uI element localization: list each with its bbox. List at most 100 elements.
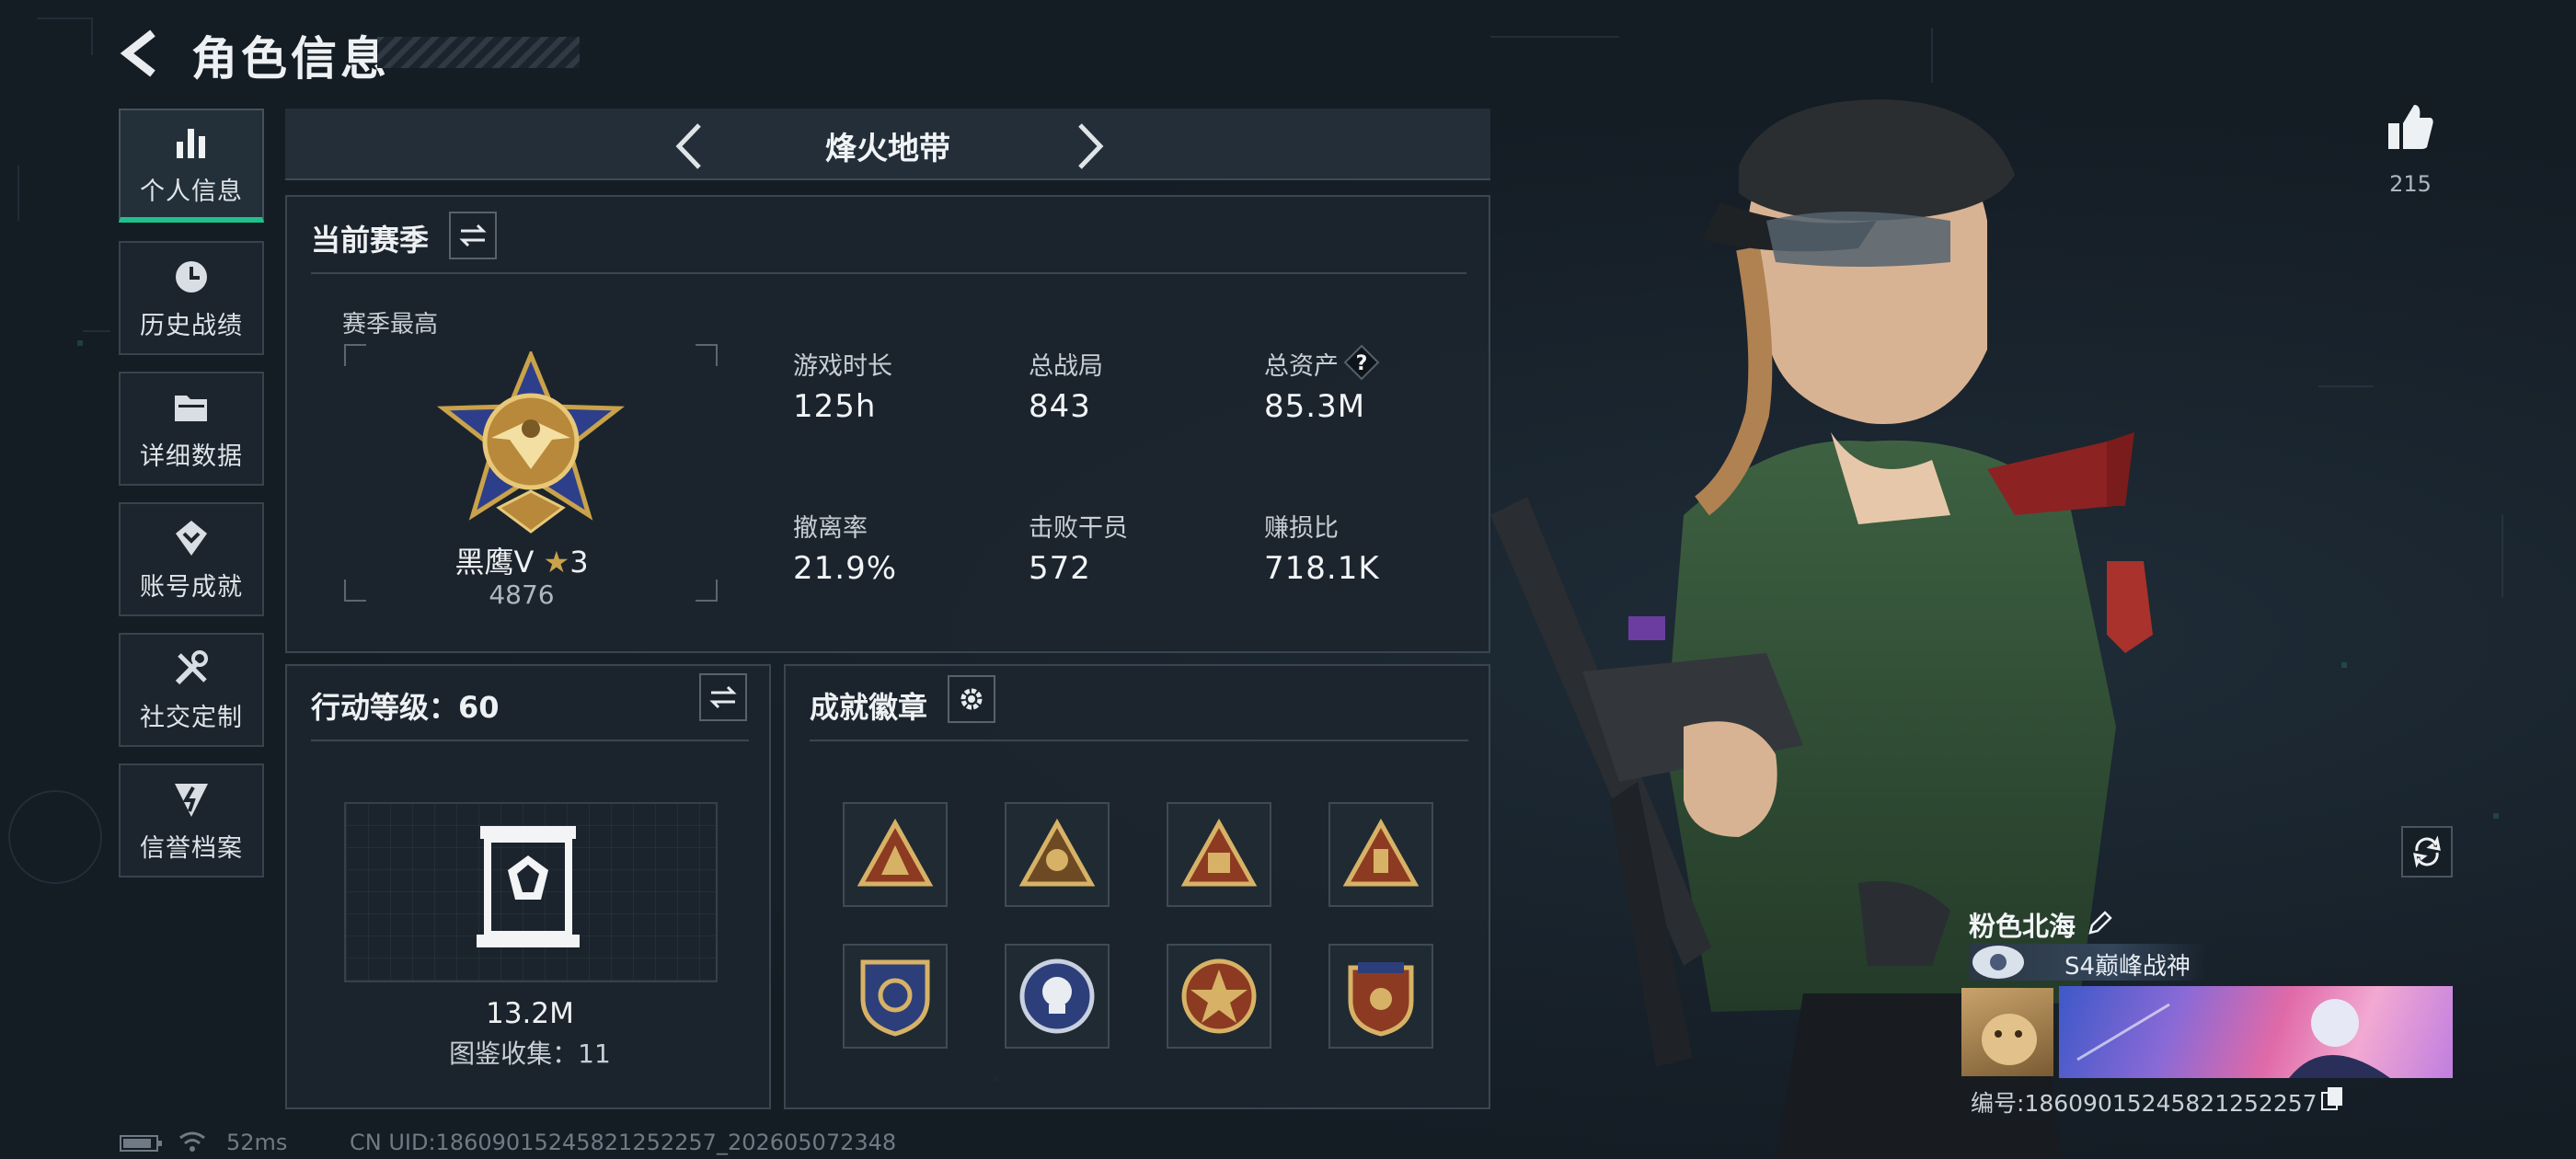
- sidebar-item-label: 社交定制: [140, 703, 243, 732]
- battery-icon: [120, 1135, 162, 1152]
- stat-value: 718.1K: [1264, 550, 1380, 587]
- stat-value: 572: [1029, 550, 1091, 587]
- triangle-badge-icon: [857, 818, 934, 887]
- badges-title: 成就徽章: [810, 690, 928, 725]
- sidebar-item-label: 账号成就: [140, 572, 243, 602]
- stat-label: 游戏时长: [793, 352, 892, 381]
- sidebar-item-history[interactable]: 历史战绩: [119, 241, 264, 355]
- section-divider: [311, 740, 749, 741]
- history-clock-icon: [176, 260, 207, 293]
- edit-pencil-icon[interactable]: [2087, 909, 2114, 936]
- frame-corner: [344, 344, 366, 366]
- back-arrow-icon[interactable]: [118, 28, 164, 79]
- collection-value: 13.2M: [486, 997, 574, 1030]
- refresh-icon: [2413, 835, 2441, 868]
- skull-badge-icon: [1019, 958, 1095, 1034]
- ping-value: 52ms: [226, 1130, 288, 1155]
- sidebar-item-label: 个人信息: [140, 177, 243, 206]
- season-title: 当前赛季: [311, 223, 430, 258]
- sidebar-item-label: 详细数据: [140, 442, 243, 471]
- section-divider: [810, 740, 1468, 741]
- wifi-icon: [179, 1131, 205, 1152]
- bar-chart-icon: [177, 128, 205, 158]
- frame-corner: [696, 580, 718, 602]
- sidebar-item-credit-record[interactable]: 信誉档案: [119, 763, 264, 878]
- star-badge-icon: [1181, 958, 1257, 1034]
- banner-artwork: [2076, 999, 2390, 1078]
- badge-settings-button[interactable]: [948, 675, 995, 723]
- like-count: 215: [2389, 171, 2432, 197]
- page-title: 角色信息: [191, 32, 390, 86]
- crest-badge-icon: [1348, 962, 1414, 1037]
- badge-slot[interactable]: [1167, 944, 1271, 1049]
- stat-label: 总战局: [1029, 352, 1103, 381]
- help-icon[interactable]: ?: [1343, 344, 1380, 381]
- stat-label: 击败干员: [1029, 514, 1128, 543]
- triangle-badge-icon: [1180, 818, 1258, 887]
- badge-slot[interactable]: [1328, 944, 1433, 1049]
- stat-value: 21.9%: [793, 550, 898, 587]
- swap-icon: [459, 224, 487, 247]
- avatar-cat-icon: [1982, 1014, 2037, 1065]
- copy-icon[interactable]: [2320, 1085, 2344, 1111]
- collection-count: 图鉴收集：11: [449, 1039, 611, 1069]
- badge-slot[interactable]: [1167, 802, 1271, 907]
- player-uid: 编号:1860901524582125225​7: [1971, 1090, 2317, 1117]
- player-name: 粉色北海: [1969, 911, 2076, 942]
- shield-bolt-icon: [175, 783, 208, 817]
- triangle-badge-icon: [1342, 818, 1420, 887]
- action-level-title: 行动等级：60: [311, 690, 500, 725]
- rank-title: S4巅峰战神: [2064, 953, 2191, 981]
- stat-value: 843: [1029, 388, 1091, 425]
- switch-season-button[interactable]: [449, 212, 497, 259]
- rank-points: 4876: [489, 580, 555, 610]
- title-stripe-decoration: [377, 37, 580, 68]
- season-panel: 当前赛季 赛季最高 黑鹰Ⅴ ★3 4876 游戏时长 125h 总战局 843 …: [285, 195, 1490, 653]
- rank-line: 黑鹰Ⅴ ★3: [379, 539, 664, 581]
- rank-name: 黑鹰Ⅴ: [454, 545, 535, 580]
- sidebar-item-detailed-data[interactable]: 详细数据: [119, 372, 264, 486]
- chevron-right-icon[interactable]: [1069, 120, 1110, 173]
- folder-icon: [175, 395, 207, 421]
- rank-stars: 3: [569, 545, 589, 580]
- badge-slot[interactable]: [843, 944, 948, 1049]
- rank-emblem-icon: [1972, 946, 2024, 979]
- frame-corner: [344, 580, 366, 602]
- action-level-panel: 行动等级：60 13.2M 图鉴收集：11: [285, 664, 771, 1109]
- gear-icon: [960, 688, 983, 710]
- season-best-label: 赛季最高: [342, 311, 439, 339]
- switch-level-button[interactable]: [699, 673, 747, 721]
- achievement-icon: [176, 520, 207, 556]
- sidebar-item-personal-info[interactable]: 个人信息: [119, 109, 264, 223]
- player-banner-card[interactable]: [2059, 986, 2453, 1078]
- sidebar-item-social-custom[interactable]: 社交定制: [119, 633, 264, 747]
- swap-icon: [709, 685, 737, 709]
- help-label: ?: [1356, 352, 1368, 375]
- sidebar-item-label: 历史战绩: [140, 311, 243, 340]
- stat-value: 85.3M: [1264, 388, 1366, 425]
- badge-slot[interactable]: [843, 802, 948, 907]
- thumbs-up-icon[interactable]: [2385, 101, 2436, 153]
- cn-uid: CN UID:1860901524582125225​7_20260507234…: [350, 1130, 897, 1155]
- badge-slot[interactable]: [1005, 802, 1110, 907]
- player-avatar[interactable]: [1961, 988, 2053, 1076]
- mode-selector: 烽火地带: [285, 109, 1490, 180]
- black-hawk-rank-emblem: [436, 351, 626, 534]
- badge-slot[interactable]: [1328, 802, 1433, 907]
- stat-value: 125h: [793, 388, 877, 425]
- frame-corner: [696, 344, 718, 366]
- badge-slot[interactable]: [1005, 944, 1110, 1049]
- sidebar-item-achievements[interactable]: 账号成就: [119, 502, 264, 616]
- triangle-badge-icon: [1018, 818, 1096, 887]
- collection-case-icon: [477, 826, 580, 947]
- star-icon: ★: [543, 545, 570, 580]
- shield-badge-icon: [860, 959, 930, 1037]
- section-divider: [311, 272, 1466, 274]
- tools-icon: [175, 649, 208, 684]
- stat-label: 撤离率: [793, 514, 868, 543]
- achievement-badges-panel: 成就徽章: [784, 664, 1490, 1109]
- stat-label: 赚损比: [1264, 514, 1339, 543]
- stat-label: 总资产: [1264, 352, 1339, 381]
- sidebar-item-label: 信誉档案: [140, 833, 243, 863]
- refresh-button[interactable]: [2401, 826, 2453, 878]
